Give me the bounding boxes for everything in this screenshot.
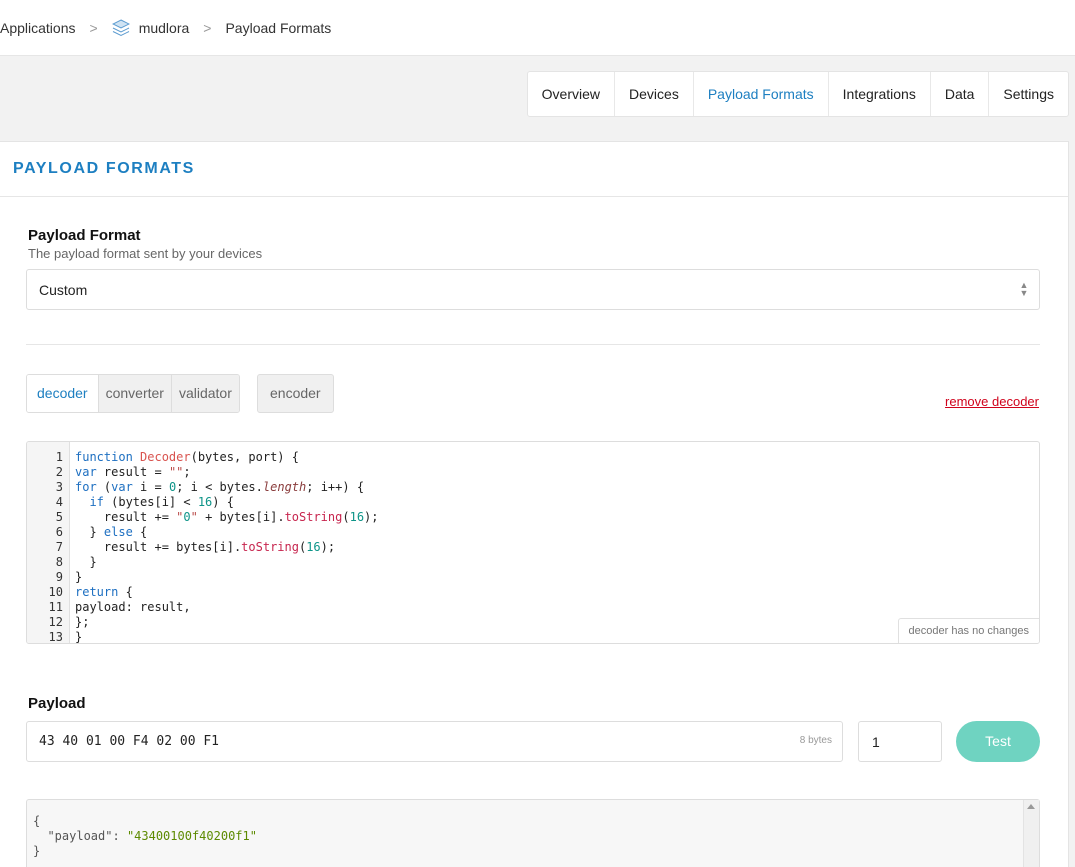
tab-devices[interactable]: Devices bbox=[615, 72, 694, 116]
code-line: 3 for (var i = 0; i < bytes.length; i++) … bbox=[27, 480, 1039, 495]
code-editor[interactable]: 1 function Decoder(bytes, port) { 2 var res… bbox=[26, 441, 1040, 644]
payload-byte-count: 8 bytes bbox=[799, 735, 832, 746]
layers-icon bbox=[111, 18, 130, 36]
editor-status: decoder has no changes bbox=[897, 618, 1039, 643]
port-value: 1 bbox=[872, 733, 880, 750]
tab-data[interactable]: Data bbox=[931, 72, 990, 116]
code-text: }; bbox=[75, 615, 90, 629]
payload-input[interactable]: 43 40 01 00 F4 02 00 F1 8 bytes bbox=[26, 721, 843, 762]
code-lines: 1 function Decoder(bytes, port) { 2 var res… bbox=[27, 450, 1039, 644]
output-colon: : bbox=[112, 829, 127, 843]
output-value: "43400100f40200f1" bbox=[126, 829, 257, 843]
code-text: for (var i = 0; i < bytes.length; i++) { bbox=[75, 480, 365, 494]
line-number: 6 bbox=[55, 525, 63, 539]
line-number: 1 bbox=[55, 450, 63, 464]
tab-converter[interactable]: converter bbox=[98, 375, 172, 412]
output-open-brace: { bbox=[33, 814, 41, 828]
code-text: var result = ""; bbox=[75, 465, 191, 479]
decoder-output: { "payload": "43400100f40200f1" } bbox=[26, 799, 1040, 867]
remove-decoder-link[interactable]: remove decoder bbox=[945, 394, 1039, 409]
app-tabs: Overview Devices Payload Formats Integra… bbox=[526, 71, 1069, 117]
function-tabs: decoder converter validator bbox=[26, 374, 240, 413]
output-payload-line: "payload": "43400100f40200f1" bbox=[33, 829, 1039, 844]
card-header: PAYLOAD FORMATS bbox=[0, 142, 1068, 197]
code-line: 9} bbox=[27, 570, 1039, 585]
breadcrumb-separator: > bbox=[203, 19, 212, 36]
tab-payload-formats[interactable]: Payload Formats bbox=[694, 72, 829, 116]
line-number: 9 bbox=[55, 570, 63, 584]
code-line: 12}; bbox=[27, 615, 1039, 630]
breadcrumb-app-label: mudlora bbox=[138, 19, 190, 36]
test-button[interactable]: Test bbox=[956, 721, 1040, 762]
output-close-brace: } bbox=[33, 844, 41, 858]
line-number: 10 bbox=[48, 585, 63, 599]
payload-value: 43 40 01 00 F4 02 00 F1 bbox=[39, 734, 220, 749]
code-line: 5 result += "0" + bytes[i].toString(16); bbox=[27, 510, 1039, 525]
line-number: 7 bbox=[55, 540, 63, 554]
select-arrows-icon: ▲ ▼ bbox=[1019, 280, 1029, 298]
code-text: result += bytes[i].toString(16); bbox=[75, 540, 336, 554]
code-text: result += "0" + bytes[i].toString(16); bbox=[75, 510, 379, 524]
code-text: function Decoder(bytes, port) { bbox=[75, 450, 299, 464]
tab-integrations[interactable]: Integrations bbox=[829, 72, 931, 116]
code-line: 8 } bbox=[27, 555, 1039, 570]
output-scrollbar[interactable] bbox=[1023, 800, 1039, 867]
code-text: if (bytes[i] < 16) { bbox=[89, 495, 234, 509]
line-number: 12 bbox=[48, 615, 63, 629]
tab-settings[interactable]: Settings bbox=[989, 72, 1068, 116]
tab-validator[interactable]: validator bbox=[171, 375, 239, 412]
code-line: 1 function Decoder(bytes, port) { bbox=[27, 450, 1039, 465]
tab-decoder[interactable]: decoder bbox=[27, 375, 99, 412]
payload-format-description: The payload format sent by your devices bbox=[28, 246, 263, 261]
output-key: "payload" bbox=[47, 829, 113, 843]
tab-encoder[interactable]: encoder bbox=[257, 374, 334, 413]
port-input[interactable]: 1 bbox=[858, 721, 942, 762]
code-line: 7 result += bytes[i].toString(16); bbox=[27, 540, 1039, 555]
code-line: 10 return { bbox=[27, 585, 1039, 600]
code-line: 4 if (bytes[i] < 16) { bbox=[27, 495, 1039, 510]
line-number: 11 bbox=[48, 600, 63, 614]
breadcrumb-applications[interactable]: Applications bbox=[0, 20, 76, 36]
payload-format-label: Payload Format bbox=[28, 227, 141, 244]
code-text: return { bbox=[75, 585, 133, 599]
code-line: 2 var result = ""; bbox=[27, 465, 1039, 480]
payload-formats-card: PAYLOAD FORMATS Payload Format The paylo… bbox=[0, 141, 1069, 867]
tab-overview[interactable]: Overview bbox=[528, 72, 616, 116]
code-text: payload: result, bbox=[75, 600, 191, 614]
scroll-up-icon[interactable] bbox=[1027, 804, 1035, 809]
code-text: } bbox=[75, 570, 83, 584]
line-number: 13 bbox=[48, 630, 63, 644]
breadcrumb-separator: > bbox=[89, 19, 98, 36]
line-number: 2 bbox=[55, 465, 63, 479]
breadcrumb-app[interactable]: mudlora bbox=[111, 18, 190, 37]
line-number: 8 bbox=[55, 555, 63, 569]
payload-label: Payload bbox=[28, 695, 86, 712]
page-title: PAYLOAD FORMATS bbox=[13, 160, 195, 177]
line-number: 5 bbox=[55, 510, 63, 524]
breadcrumb-bar: Applications > mudlora > Payload Formats bbox=[0, 0, 1075, 56]
code-text: } bbox=[75, 555, 97, 569]
code-line: 13} bbox=[27, 630, 1039, 644]
code-line: 6 } else { bbox=[27, 525, 1039, 540]
breadcrumb-current: Payload Formats bbox=[225, 19, 332, 36]
divider bbox=[26, 344, 1040, 345]
payload-format-select[interactable]: Custom ▲ ▼ bbox=[26, 269, 1040, 310]
code-text: } else { bbox=[75, 525, 148, 539]
code-text: } bbox=[75, 630, 83, 644]
code-line: 11 payload: result, bbox=[27, 600, 1039, 615]
line-number: 4 bbox=[55, 495, 63, 509]
payload-format-selected: Custom bbox=[39, 281, 88, 298]
line-number: 3 bbox=[55, 480, 63, 494]
